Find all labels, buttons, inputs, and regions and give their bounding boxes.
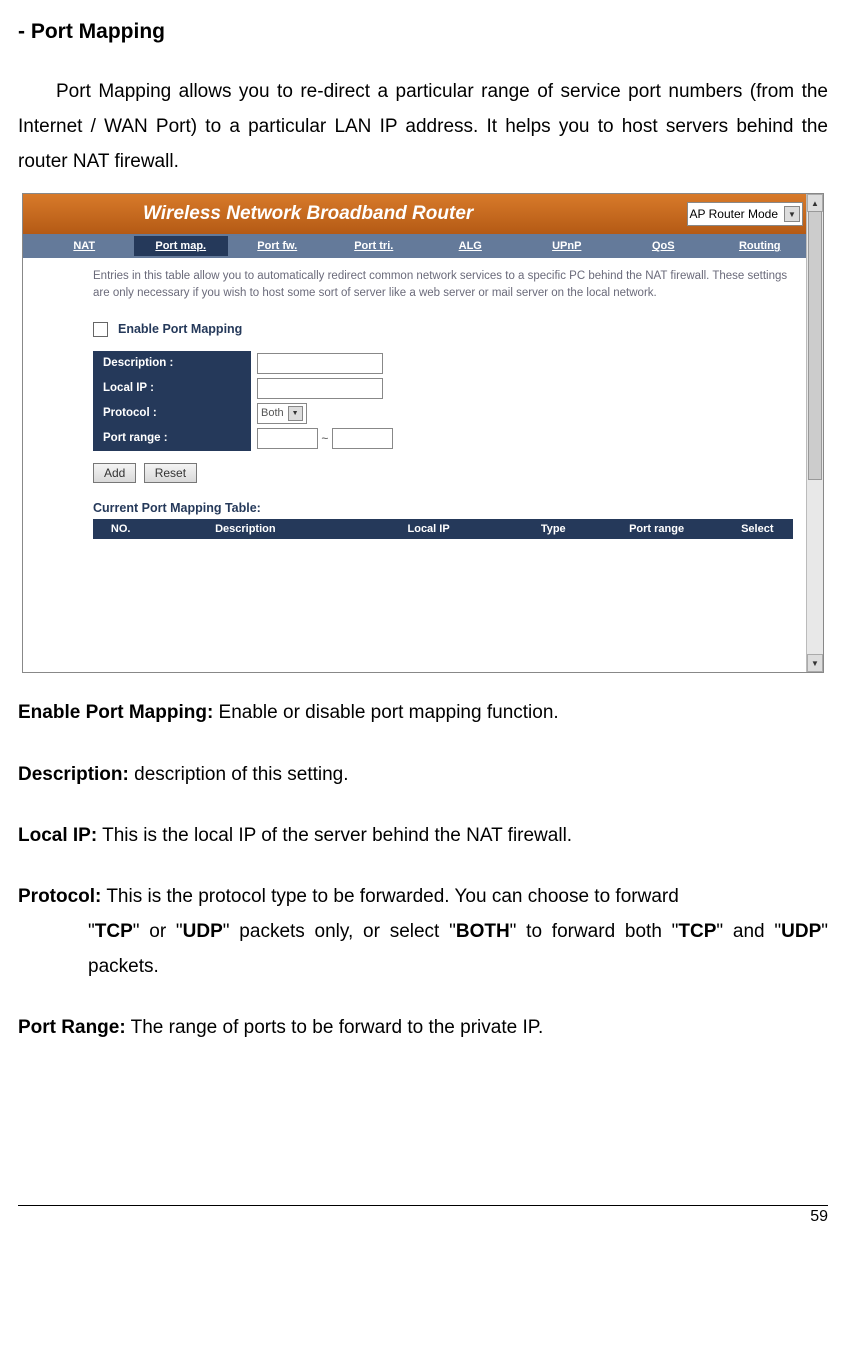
current-table: NO. Description Local IP Type Port range… — [93, 519, 793, 539]
q: " and " — [716, 921, 781, 942]
tcp2: TCP — [678, 921, 716, 942]
router-tabs: NAT Port map. Port fw. Port tri. ALG UPn… — [23, 234, 807, 258]
scroll-up-icon[interactable]: ▲ — [807, 194, 823, 212]
def-enable-text: Enable or disable port mapping function. — [213, 702, 558, 723]
page-number: 59 — [810, 1208, 828, 1225]
page-footer: 59 — [18, 1205, 828, 1226]
scroll-thumb[interactable] — [808, 211, 822, 479]
def-protocol-term: Protocol: — [18, 886, 101, 907]
label-local-ip: Local IP : — [93, 376, 251, 401]
protocol-value: Both — [261, 407, 284, 419]
col-description: Description — [148, 519, 342, 539]
router-banner: Wireless Network Broadband Router AP Rou… — [23, 194, 807, 234]
tab-qos[interactable]: QoS — [616, 236, 711, 256]
udp: UDP — [183, 921, 223, 942]
def-enable: Enable Port Mapping: Enable or disable p… — [18, 695, 828, 730]
col-select: Select — [722, 519, 793, 539]
port-range-from-input[interactable] — [257, 428, 318, 449]
label-description: Description : — [93, 351, 251, 376]
mode-select-value: AP Router Mode — [690, 207, 779, 221]
def-description-text: description of this setting. — [129, 764, 349, 785]
tab-upnp[interactable]: UPnP — [520, 236, 615, 256]
page-heading: - Port Mapping — [18, 20, 828, 44]
router-helptext: Entries in this table allow you to autom… — [93, 268, 793, 301]
enable-label: Enable Port Mapping — [118, 322, 242, 336]
def-description-term: Description: — [18, 764, 129, 785]
enable-checkbox[interactable] — [93, 322, 108, 337]
def-localip: Local IP: This is the local IP of the se… — [18, 818, 828, 853]
col-no: NO. — [93, 519, 148, 539]
def-enable-term: Enable Port Mapping: — [18, 702, 213, 723]
def-description: Description: description of this setting… — [18, 757, 828, 792]
reset-button[interactable]: Reset — [144, 463, 197, 483]
label-port-range: Port range : — [93, 426, 251, 451]
tab-port-tri[interactable]: Port tri. — [327, 236, 422, 256]
router-banner-title: Wireless Network Broadband Router — [143, 203, 687, 225]
tab-port-map[interactable]: Port map. — [134, 236, 229, 256]
router-screenshot: Wireless Network Broadband Router AP Rou… — [22, 193, 824, 673]
tab-port-fw[interactable]: Port fw. — [230, 236, 325, 256]
tab-alg[interactable]: ALG — [423, 236, 518, 256]
q: " packets only, or select " — [223, 921, 456, 942]
scroll-down-icon[interactable]: ▼ — [807, 654, 823, 672]
col-local-ip: Local IP — [342, 519, 515, 539]
udp2: UDP — [781, 921, 821, 942]
label-protocol: Protocol : — [93, 401, 251, 426]
q: " to forward both " — [510, 921, 679, 942]
tab-routing[interactable]: Routing — [713, 236, 808, 256]
scroll-track[interactable] — [807, 211, 823, 655]
add-button[interactable]: Add — [93, 463, 136, 483]
router-body: Entries in this table allow you to autom… — [93, 268, 793, 662]
def-portrange: Port Range: The range of ports to be for… — [18, 1010, 828, 1045]
chevron-down-icon: ▼ — [784, 206, 800, 222]
current-table-title: Current Port Mapping Table: — [93, 501, 793, 515]
q: " — [88, 921, 95, 942]
tab-nat[interactable]: NAT — [37, 236, 132, 256]
both: BOTH — [456, 921, 510, 942]
scrollbar[interactable]: ▲ ▼ — [806, 194, 823, 672]
local-ip-input[interactable] — [257, 378, 383, 399]
protocol-select[interactable]: Both ▼ — [257, 403, 307, 424]
table-header-row: NO. Description Local IP Type Port range… — [93, 519, 793, 539]
port-range-to-input[interactable] — [332, 428, 393, 449]
chevron-down-icon: ▼ — [288, 406, 303, 421]
mode-select[interactable]: AP Router Mode ▼ — [687, 202, 804, 226]
col-type: Type — [515, 519, 592, 539]
def-localip-term: Local IP: — [18, 825, 97, 846]
q: " or " — [133, 921, 183, 942]
intro-paragraph: Port Mapping allows you to re-direct a p… — [18, 74, 828, 179]
def-protocol-t1: This is the protocol type to be forwarde… — [101, 886, 678, 907]
form-table: Description : Local IP : Protocol : Both… — [93, 351, 399, 451]
tcp: TCP — [95, 921, 133, 942]
enable-row: Enable Port Mapping — [93, 322, 793, 337]
def-portrange-term: Port Range: — [18, 1017, 126, 1038]
col-port-range: Port range — [592, 519, 722, 539]
description-input[interactable] — [257, 353, 383, 374]
def-localip-text: This is the local IP of the server behin… — [97, 825, 572, 846]
port-range-separator: ~ — [321, 431, 328, 445]
def-portrange-text: The range of ports to be forward to the … — [126, 1017, 544, 1038]
def-protocol: Protocol: This is the protocol type to b… — [18, 879, 828, 984]
